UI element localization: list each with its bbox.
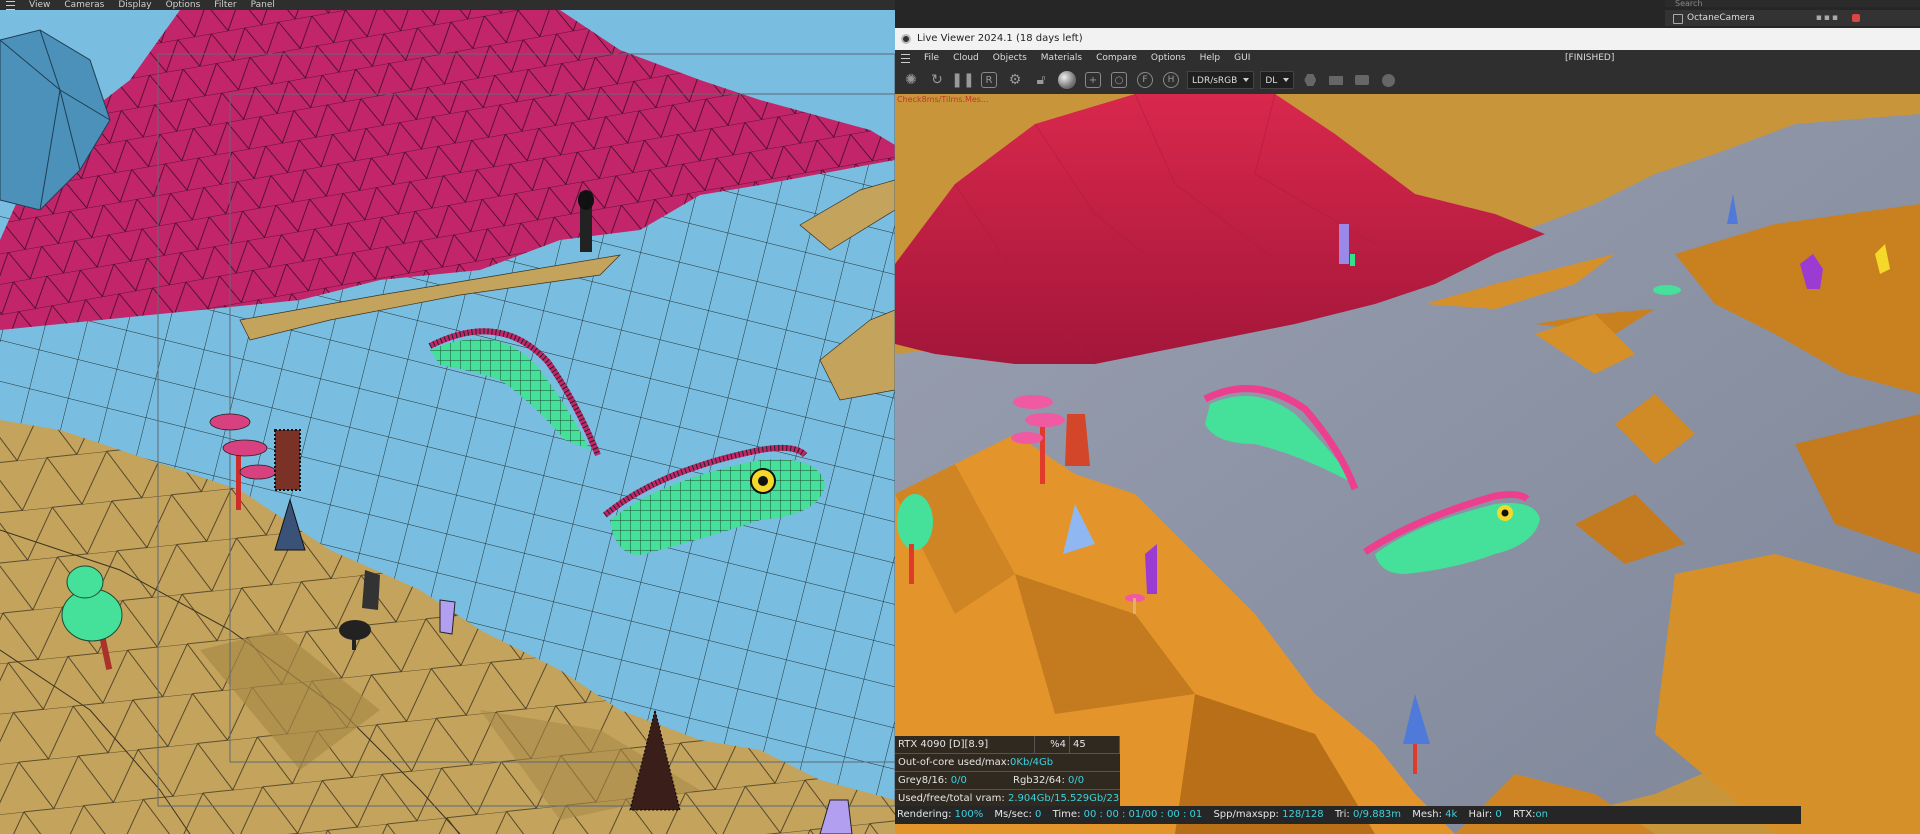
object-manager-strip: Search OctaneCamera ▪▪▪	[895, 0, 1920, 28]
kernel-select[interactable]: DL	[1260, 71, 1295, 89]
hair-label: Hair:	[1468, 809, 1493, 820]
grey-label: Grey8/16:	[898, 775, 948, 786]
gpu-usage: %4	[1035, 736, 1070, 753]
menu-cameras[interactable]: Cameras	[64, 0, 104, 10]
cube-button[interactable]	[1300, 70, 1320, 90]
render-message: Check8ms/Tilms.Mes...	[897, 95, 989, 104]
lv-menu-file[interactable]: File	[924, 50, 939, 66]
rtx-value: on	[1535, 809, 1548, 820]
ms-value: 0	[1035, 809, 1042, 820]
menu-filter[interactable]: Filter	[214, 0, 236, 10]
object-name: OctaneCamera	[1687, 13, 1755, 23]
live-viewer-window: Live Viewer 2024.1 (18 days left) File C…	[895, 28, 1920, 834]
record-button[interactable]	[1378, 70, 1398, 90]
lv-menu-options[interactable]: Options	[1151, 50, 1186, 66]
hamburger-icon[interactable]	[6, 0, 15, 10]
lv-menu-materials[interactable]: Materials	[1041, 50, 1082, 66]
camera-icon	[1355, 75, 1370, 85]
outofcore-value: 0Kb/4Gb	[1010, 757, 1054, 768]
lv-menu-cloud[interactable]: Cloud	[953, 50, 979, 66]
tri-value: 0/9.883m	[1352, 809, 1402, 820]
zoom-region-button[interactable]: ○	[1109, 70, 1129, 90]
outofcore-label: Out-of-core used/max:	[898, 757, 1011, 768]
editor-viewport[interactable]	[0, 10, 895, 834]
live-viewer-title: Live Viewer 2024.1 (18 days left)	[917, 33, 1083, 44]
record-icon	[1381, 73, 1395, 87]
rgb-label: Rgb32/64:	[1013, 775, 1065, 786]
menu-view[interactable]: View	[29, 0, 50, 10]
zoom-region-icon: ○	[1111, 72, 1127, 88]
menu-display[interactable]: Display	[118, 0, 151, 10]
rgb-value: 0/0	[1068, 775, 1085, 786]
toolbar-icons	[1585, 0, 1665, 26]
object-tags-icon: ▪▪▪	[1815, 13, 1840, 23]
material-ball-button[interactable]	[1057, 70, 1077, 90]
lock-icon[interactable]: 🔓︎	[1031, 70, 1051, 90]
add-region-icon: +	[1085, 72, 1101, 88]
lv-menu-help[interactable]: Help	[1200, 50, 1221, 66]
film-icon	[1329, 75, 1344, 85]
color-space-select[interactable]: LDR/sRGB	[1187, 71, 1255, 89]
gpu-name: RTX 4090 [D][8.9]	[895, 736, 1035, 753]
hair-value: 0	[1495, 809, 1502, 820]
rendering-value: 100%	[954, 809, 984, 820]
add-region-button[interactable]: +	[1083, 70, 1103, 90]
tri-label: Tri:	[1334, 809, 1350, 820]
live-viewer-toolbar: ✺ ↻ ❚❚ R ⚙ 🔓︎ + ○ F H LDR/sRGB DL	[895, 66, 1920, 94]
grey-value: 0/0	[950, 775, 967, 786]
settings-gear-icon[interactable]: ⚙	[1005, 70, 1025, 90]
vram-label: Used/free/total vram:	[898, 793, 1005, 804]
rendering-label: Rendering:	[897, 809, 952, 820]
live-viewer-menubar: File Cloud Objects Materials Compare Opt…	[895, 50, 1920, 66]
time-value: 00 : 00 : 01/00 : 00 : 01	[1083, 809, 1203, 820]
send-scene-icon[interactable]: ✺	[901, 70, 921, 90]
render-statusbar: Rendering: 100% Ms/sec: 0 Time: 00 : 00 …	[895, 806, 1801, 824]
menu-options[interactable]: Options	[166, 0, 201, 10]
lv-menu-objects[interactable]: Objects	[993, 50, 1027, 66]
object-row-octanecamera[interactable]: OctaneCamera ▪▪▪	[1665, 10, 1920, 26]
render-stats-panel: RTX 4090 [D][8.9] %4 45 Out-of-core used…	[895, 736, 1120, 808]
lv-menu-compare[interactable]: Compare	[1096, 50, 1137, 66]
film-button[interactable]	[1326, 70, 1346, 90]
viewport-menubar: View Cameras Display Options Filter Pane…	[0, 0, 895, 10]
focus-picker-icon: F	[1137, 72, 1153, 88]
lv-menu-gui[interactable]: GUI	[1234, 50, 1250, 66]
mesh-label: Mesh:	[1412, 809, 1442, 820]
restart-render-icon[interactable]: ↻	[927, 70, 947, 90]
octane-logo-icon	[901, 34, 911, 44]
camera-tag-icon[interactable]	[1852, 14, 1860, 22]
render-scene	[895, 94, 1920, 834]
search-input[interactable]: Search	[1665, 0, 1920, 8]
render-view[interactable]	[895, 94, 1920, 834]
mesh-value: 4k	[1445, 809, 1458, 820]
menu-panel[interactable]: Panel	[251, 0, 275, 10]
ms-label: Ms/sec:	[994, 809, 1032, 820]
viewport-scene	[0, 10, 895, 834]
null-object-icon	[1673, 14, 1683, 24]
vram-value: 2.904Gb/15.529Gb/23.9	[1007, 793, 1120, 804]
material-ball-icon	[1058, 71, 1076, 89]
hdr-picker-icon: H	[1163, 72, 1179, 88]
region-render-button[interactable]: R	[979, 70, 999, 90]
cube-icon	[1304, 74, 1317, 86]
live-viewer-titlebar: Live Viewer 2024.1 (18 days left)	[895, 28, 1920, 50]
rtx-label: RTX:	[1512, 809, 1536, 820]
hamburger-icon[interactable]	[901, 53, 910, 63]
time-label: Time:	[1052, 809, 1081, 820]
spp-label: Spp/maxspp:	[1213, 809, 1279, 820]
spp-value: 128/128	[1282, 809, 1324, 820]
region-render-icon: R	[981, 72, 997, 88]
gpu-temp: 45	[1070, 736, 1120, 753]
pause-icon[interactable]: ❚❚	[951, 70, 974, 90]
render-status: [FINISHED]	[1565, 53, 1615, 63]
camera-snapshot-button[interactable]	[1352, 70, 1372, 90]
hdr-picker-button[interactable]: H	[1161, 70, 1181, 90]
focus-picker-button[interactable]: F	[1135, 70, 1155, 90]
